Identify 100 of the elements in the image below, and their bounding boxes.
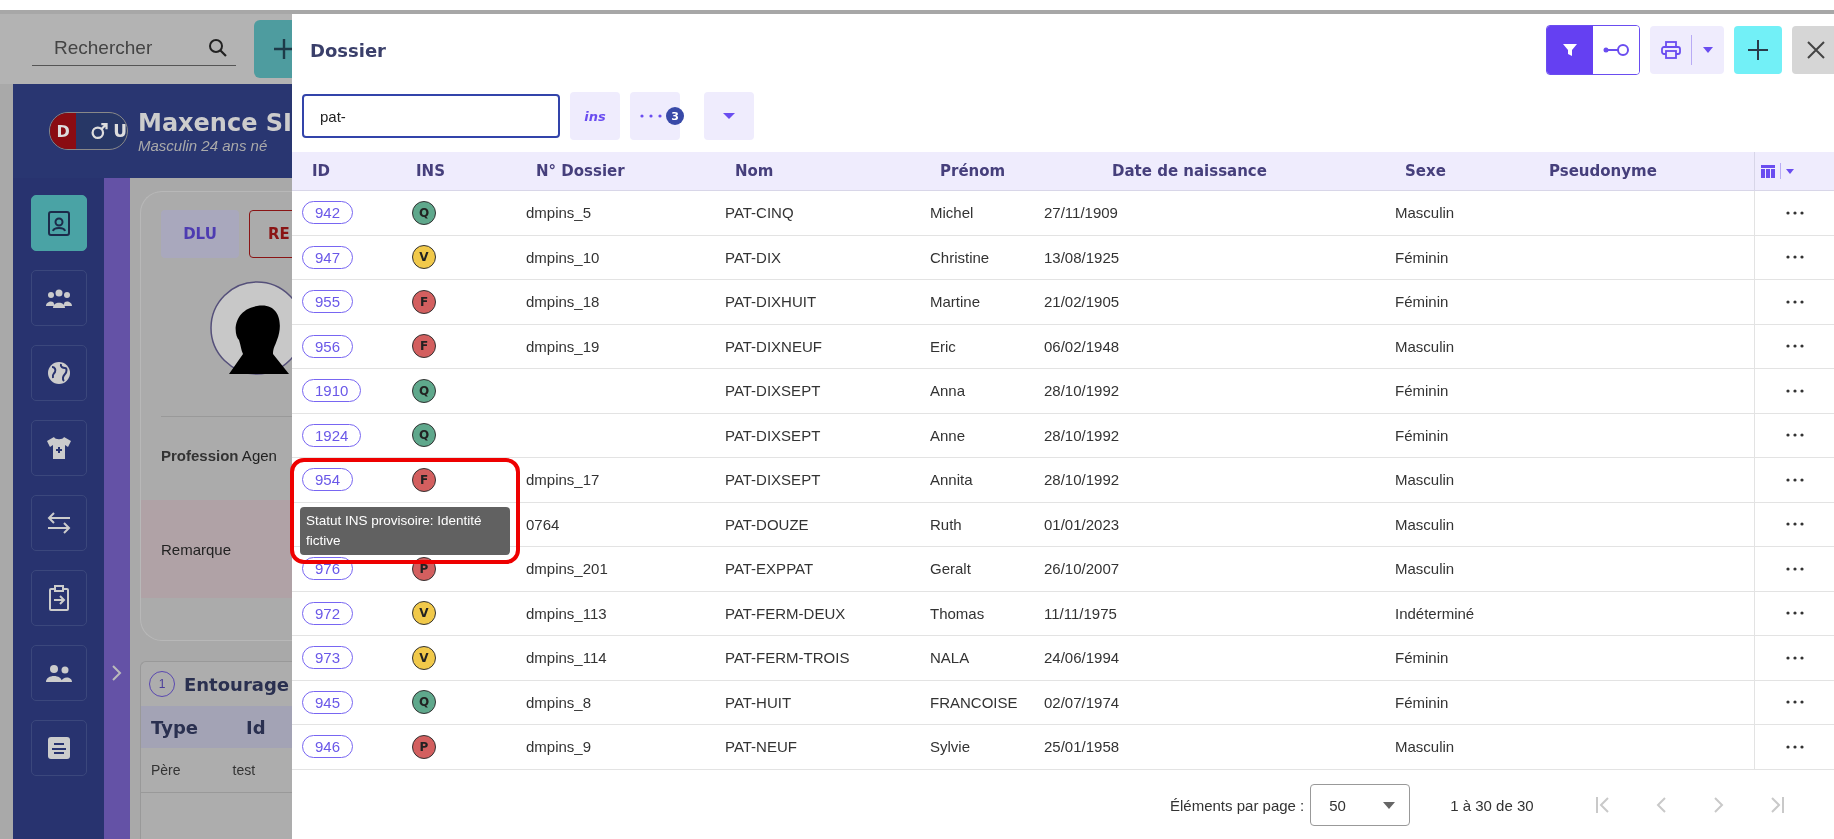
patient-name: Maxence SI (138, 108, 292, 137)
chevron-right-icon (1713, 796, 1724, 814)
action-button[interactable]: DLU (161, 210, 239, 258)
chevron-left-icon (1655, 796, 1666, 814)
last-page-icon (1768, 796, 1785, 814)
ins-status-dot[interactable]: F (412, 467, 436, 492)
document-icon (46, 736, 71, 760)
table-cell: PAT-EXPPAT (725, 560, 814, 578)
table-cell: PAT-NEUF (725, 738, 797, 756)
group-icon (45, 287, 72, 309)
more-options-icon[interactable] (1785, 477, 1804, 482)
table-cell: PAT-DIXSEPT (725, 382, 821, 400)
table-cell: PAT-CINQ (725, 204, 794, 222)
column-header[interactable]: Sexe (1385, 162, 1529, 180)
table-cell: PAT-DOUZE (725, 515, 809, 533)
table-cell: 28/10/1992 (1044, 471, 1120, 489)
add-button[interactable] (1734, 26, 1782, 74)
table-cell: Christine (930, 248, 990, 266)
table-cell: 27/11/1909 (1044, 204, 1118, 222)
section-title: Entourage (184, 673, 289, 695)
male-icon (90, 120, 110, 142)
nav-button[interactable] (30, 570, 87, 626)
dots-icon (640, 114, 662, 118)
column-header[interactable]: N° Dossier (516, 162, 715, 180)
column-header[interactable]: ID (292, 162, 402, 180)
more-options-icon[interactable] (1785, 611, 1804, 616)
ins-status-dot[interactable]: V (412, 601, 436, 626)
more-options-icon[interactable] (1785, 299, 1804, 304)
table-cell: dmpins_17 (526, 471, 600, 489)
shirt-icon (45, 436, 72, 460)
table-cell: dmpins_10 (526, 248, 600, 266)
table-cell: Anne (930, 426, 966, 444)
more-options-icon[interactable] (1785, 388, 1804, 393)
column-header[interactable]: Pseudonyme (1529, 162, 1754, 180)
table-cell: 21/02/1905 (1044, 293, 1120, 311)
column-header: Id (245, 716, 266, 738)
more-options-icon[interactable] (1785, 255, 1804, 260)
table-cell: Masculin (1395, 471, 1455, 489)
column-header[interactable]: INS (402, 162, 516, 180)
ins-status-dot[interactable]: Q (412, 378, 436, 403)
more-options-icon[interactable] (1785, 655, 1804, 660)
table-cell: Féminin (1395, 426, 1449, 444)
table-cell: 11/11/1975 (1044, 604, 1117, 622)
close-icon (1807, 41, 1825, 59)
columns-icon[interactable] (1761, 164, 1775, 178)
print-button[interactable] (1650, 26, 1724, 74)
plus-icon (272, 37, 292, 61)
column-header[interactable]: Prénom (920, 162, 1034, 180)
more-options-icon[interactable] (1785, 744, 1804, 749)
table-cell: 01/01/2023 (1044, 515, 1120, 533)
table-cell: PAT-FERM-DEUX (725, 604, 846, 622)
nav-button[interactable] (30, 720, 87, 776)
ins-status-dot[interactable]: F (412, 334, 436, 359)
table-cell: dmpins_18 (526, 293, 600, 311)
more-options-icon[interactable] (1785, 344, 1804, 349)
more-options-icon[interactable] (1785, 433, 1804, 438)
table-cell: PAT-DIXSEPT (725, 426, 821, 444)
column-header[interactable]: Nom (715, 162, 920, 180)
table-cell: Ruth (930, 515, 962, 533)
more-options-icon[interactable] (1785, 522, 1804, 527)
more-options-icon[interactable] (1785, 700, 1804, 705)
table-cell: dmpins_5 (526, 204, 592, 222)
id-badge-icon (46, 209, 71, 237)
tooltip: Statut INS provisoire: Identité fictive (300, 507, 510, 555)
ins-status-dot[interactable]: Q (412, 423, 436, 448)
nav-button[interactable] (30, 495, 87, 551)
ins-status-dot[interactable]: Q (412, 200, 436, 225)
nav-button[interactable] (30, 420, 87, 476)
toggle-button[interactable] (1547, 26, 1593, 74)
page-size-select[interactable]: 50 (1310, 784, 1411, 826)
table-cell: 02/07/1974 (1044, 693, 1120, 711)
patient-info: Masculin 24 ans né (138, 136, 269, 154)
table-cell: 0764 (526, 515, 560, 533)
search-input[interactable]: Rechercher (32, 36, 204, 59)
ins-status-dot[interactable]: P (412, 734, 436, 759)
table-cell: dmpins_114 (526, 649, 607, 667)
ins-status-dot[interactable]: V (412, 645, 436, 670)
close-button[interactable] (1792, 26, 1834, 74)
table-cell: dmpins_113 (526, 604, 607, 622)
view-toggle[interactable] (1546, 25, 1640, 75)
ins-status-dot[interactable]: V (412, 245, 436, 270)
nav-button[interactable] (30, 645, 87, 701)
more-options-icon[interactable] (1785, 210, 1804, 215)
ins-status-dot[interactable]: Q (412, 690, 436, 715)
nav-button[interactable] (30, 195, 87, 251)
table-cell: Masculin (1395, 560, 1455, 578)
nav-button[interactable] (30, 270, 87, 326)
more-options-icon[interactable] (1785, 566, 1804, 571)
ins-status-dot[interactable]: F (412, 289, 436, 314)
table-cell: PAT-DIX (725, 248, 782, 266)
chevron-right-icon[interactable] (111, 664, 123, 682)
search-field[interactable]: pat- (302, 94, 560, 138)
caret-icon[interactable] (1786, 168, 1794, 174)
column-header[interactable]: Date de naissance (1034, 162, 1385, 180)
table-cell: Féminin (1395, 293, 1449, 311)
table-cell: 26/10/2007 (1044, 560, 1120, 578)
nav-button[interactable] (30, 345, 87, 401)
users-icon (45, 664, 72, 682)
caret-icon (722, 112, 736, 120)
ins-button[interactable]: ins (570, 92, 620, 140)
